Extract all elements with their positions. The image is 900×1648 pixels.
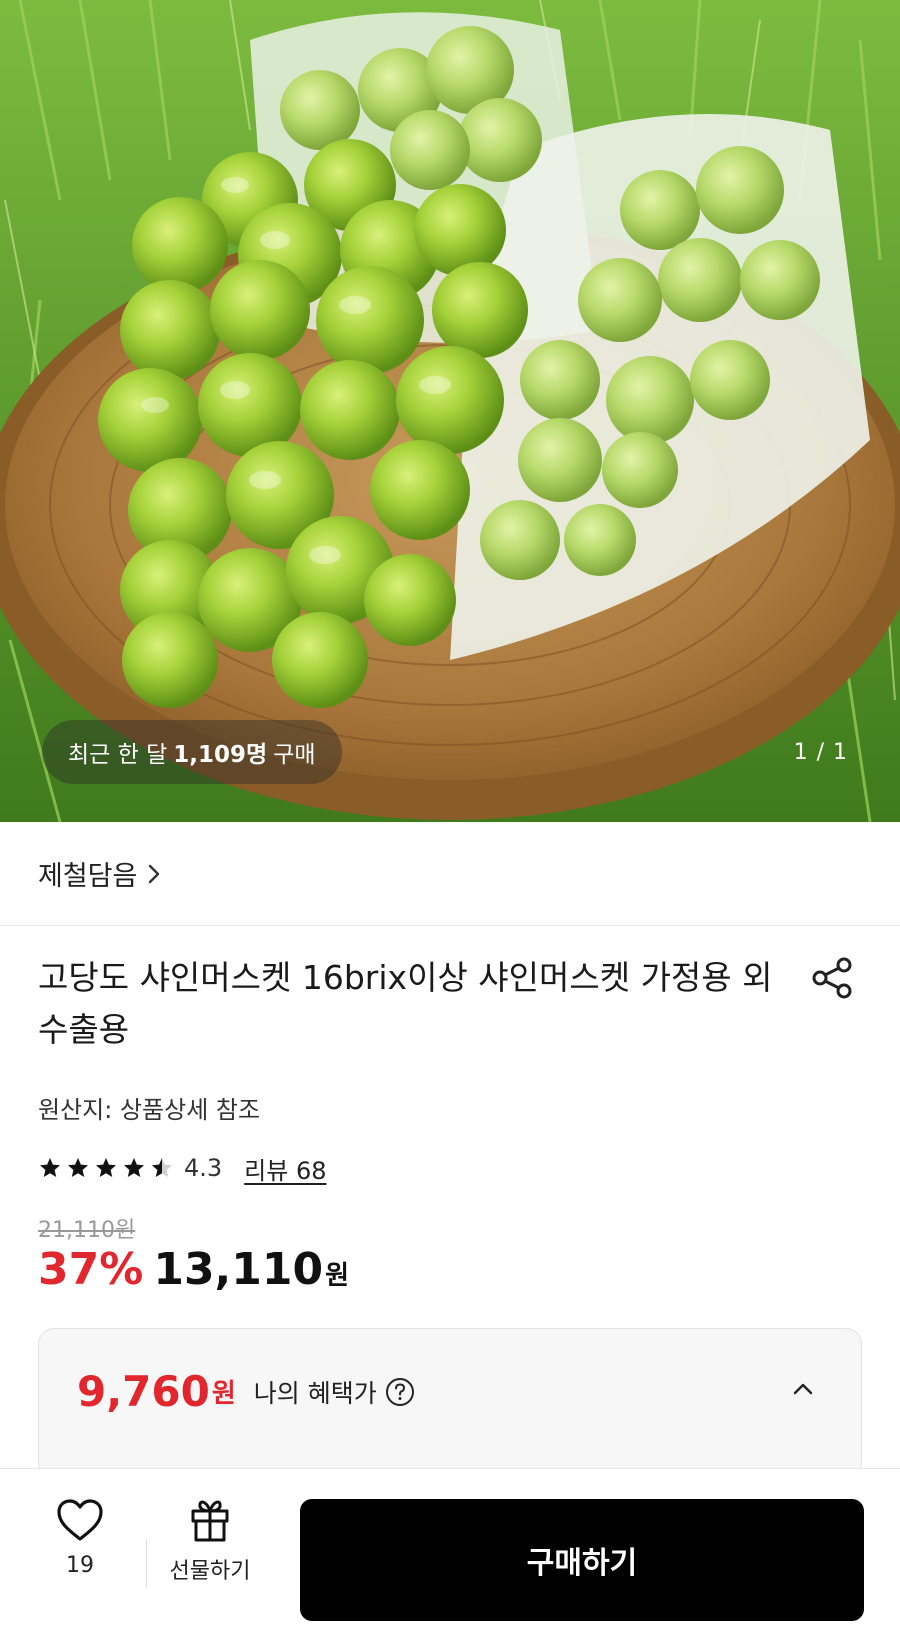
- star-icon: [68, 1158, 88, 1177]
- chevron-right-icon: [149, 864, 160, 883]
- recent-buyers-badge: 최근 한 달 1,109명 구매: [42, 720, 342, 784]
- buyers-count: 1,109명: [173, 742, 268, 768]
- star-half-icon: [152, 1158, 172, 1177]
- price-row: 37% 13,110 원: [38, 1244, 349, 1295]
- image-counter: 1 / 1: [793, 740, 848, 765]
- original-price: 21,110원: [38, 1218, 136, 1243]
- buyers-prefix: 최근 한 달: [68, 742, 168, 768]
- gift-icon: [191, 1500, 229, 1542]
- product-image[interactable]: 최근 한 달 1,109명 구매 1 / 1: [0, 0, 900, 822]
- heart-icon: [57, 1499, 103, 1541]
- benefit-price-panel[interactable]: 9,760 원 나의 혜택가: [38, 1328, 862, 1478]
- benefit-header: 9,760 원 나의 혜택가: [77, 1367, 415, 1416]
- star-icon: [40, 1158, 60, 1177]
- benefit-price: 9,760: [77, 1367, 210, 1416]
- star-icon: [124, 1158, 144, 1177]
- gift-button[interactable]: 선물하기: [160, 1497, 260, 1607]
- seller-name: 제철담음: [38, 861, 138, 892]
- rating-row: 4.3 리뷰 68: [38, 1150, 327, 1186]
- help-icon[interactable]: [385, 1377, 415, 1407]
- buy-button[interactable]: 구매하기: [300, 1499, 864, 1621]
- buyers-suffix: 구매: [273, 742, 316, 768]
- benefit-price-unit: 원: [211, 1379, 236, 1409]
- sale-price-unit: 원: [325, 1261, 350, 1291]
- benefit-label: 나의 혜택가: [253, 1378, 377, 1408]
- bottom-action-bar: 19 선물하기 구매하기: [0, 1468, 900, 1648]
- discount-rate: 37%: [38, 1244, 144, 1295]
- like-button[interactable]: 19: [40, 1497, 120, 1607]
- product-title: 고당도 샤인머스켓 16brix이상 샤인머스켓 가정용 외 수출용: [38, 958, 773, 1049]
- chevron-up-icon[interactable]: [791, 1381, 815, 1397]
- origin-info: 원산지: 상품상세 참조: [38, 1096, 261, 1124]
- rating-stars: [38, 1156, 174, 1180]
- buy-button-label: 구매하기: [526, 1547, 638, 1580]
- star-icon: [96, 1158, 116, 1177]
- rating-value: 4.3: [184, 1154, 223, 1182]
- divider: [146, 1539, 147, 1587]
- product-photo-grapes: [0, 0, 900, 822]
- gift-label: 선물하기: [169, 1559, 251, 1584]
- seller-link[interactable]: 제철담음: [0, 822, 900, 926]
- sale-price: 13,110: [153, 1244, 324, 1295]
- like-count: 19: [66, 1553, 94, 1578]
- review-count-link[interactable]: 리뷰 68: [244, 1151, 326, 1186]
- share-icon[interactable]: [810, 956, 854, 1000]
